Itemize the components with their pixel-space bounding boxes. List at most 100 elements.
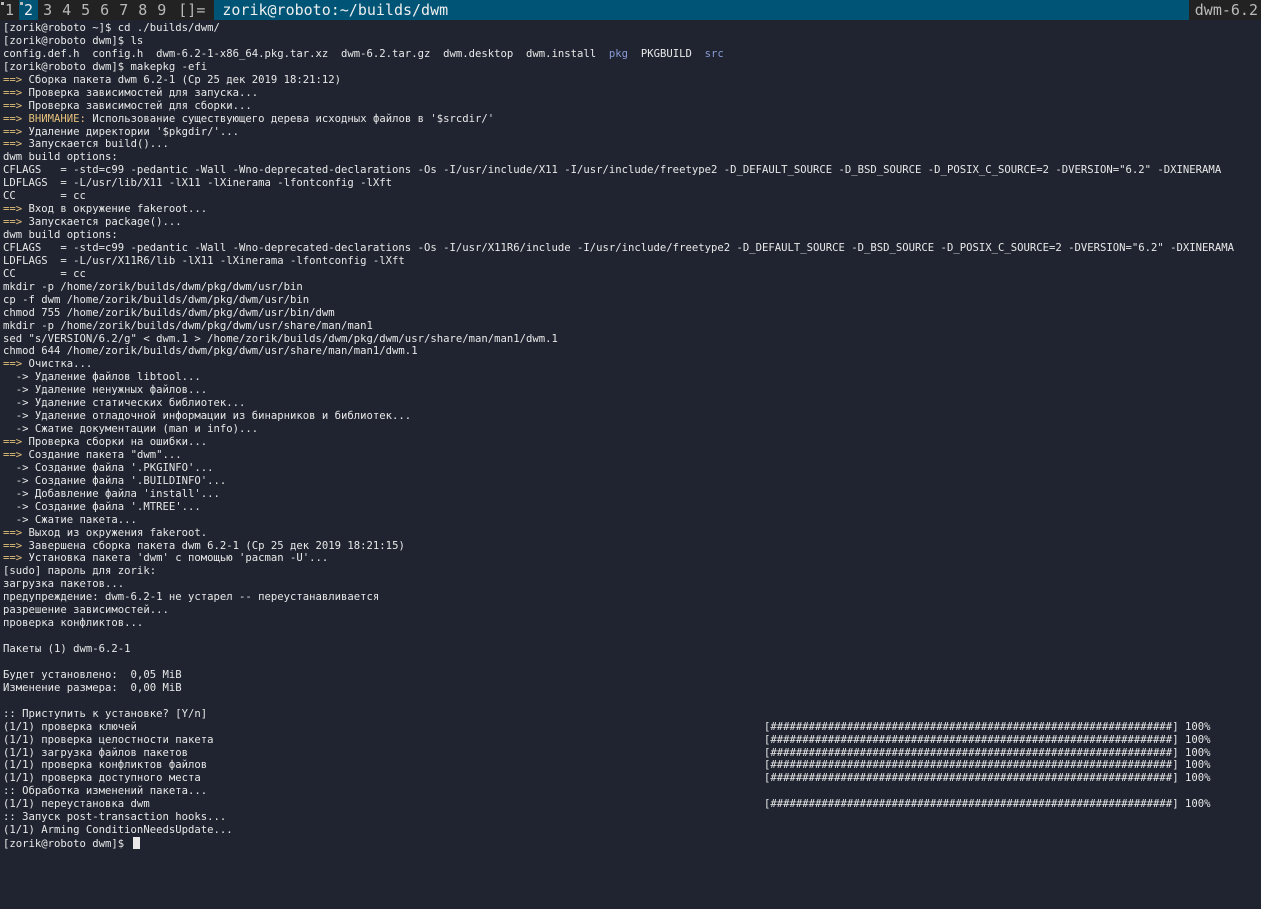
terminal-line: CC = cc <box>3 190 1258 203</box>
line-text: (1/1) переустановка dwm <box>3 798 150 811</box>
terminal-output[interactable]: [zorik@roboto ~]$ cd ./builds/dwm/[zorik… <box>0 20 1261 852</box>
terminal-line: LDFLAGS = -L/usr/X11R6/lib -lX11 -lXiner… <box>3 255 1258 268</box>
tag-3[interactable]: 3 <box>38 0 57 20</box>
line-text: CC = cc <box>3 190 86 203</box>
line-text: mkdir -p /home/zorik/builds/dwm/pkg/dwm/… <box>3 319 373 332</box>
line-text: Сборка пакета dwm 6.2-1 (Ср 25 дек 2019 … <box>22 73 342 86</box>
line-text: (1/1) Arming ConditionNeedsUpdate... <box>3 824 233 837</box>
terminal-line: (1/1) Arming ConditionNeedsUpdate... <box>3 824 1258 837</box>
tag-2[interactable]: 2 <box>19 0 39 20</box>
line-text: cp -f dwm /home/zorik/builds/dwm/pkg/dwm… <box>3 293 310 306</box>
terminal-line: dwm build options: <box>3 151 1258 164</box>
line-text: :: Приступить к установке? [Y/n] <box>3 707 208 720</box>
line-text: Проверка зависимостей для сборки... <box>22 99 252 112</box>
terminal-line: ==> Проверка сборки на ошибки... <box>3 436 1258 449</box>
line-text: dwm build options: <box>3 229 118 241</box>
terminal-line: sed "s/VERSION/6.2/g" < dwm.1 > /home/zo… <box>3 333 1258 346</box>
terminal-line: (1/1) проверка целостности пакета [######… <box>3 734 1258 747</box>
terminal-line: ==> Создание пакета "dwm"... <box>3 449 1258 462</box>
progress-bar: [#######################################… <box>764 798 1211 811</box>
terminal-line: dwm build options: <box>3 229 1258 242</box>
line-text: -> Сжатие документации (man и info)... <box>3 423 259 436</box>
tag-8[interactable]: 8 <box>133 0 152 20</box>
terminal-line: предупреждение: dwm-6.2-1 не устарел -- … <box>3 591 1258 604</box>
terminal-line: ==> Запускается package()... <box>3 216 1258 229</box>
terminal-line: -> Создание файла '.PKGINFO'... <box>3 462 1258 475</box>
terminal-line: ==> Вход в окружение fakeroot... <box>3 203 1258 216</box>
line-segment: config.def.h config.h dwm-6.2-1-x86_64.p… <box>3 47 609 60</box>
tag-7[interactable]: 7 <box>114 0 133 20</box>
arrow-marker: ==> <box>3 552 23 565</box>
terminal-line: [zorik@roboto dwm]$ makepkg -efi <box>3 61 1258 74</box>
terminal-line: [zorik@roboto dwm]$ ls <box>3 35 1258 48</box>
progress-bar: [#######################################… <box>764 746 1211 759</box>
line-text: -> Удаление статических библиотек... <box>3 397 246 410</box>
tag-6[interactable]: 6 <box>95 0 114 20</box>
tag-4[interactable]: 4 <box>57 0 76 20</box>
terminal-line: -> Создание файла '.BUILDINFO'... <box>3 475 1258 488</box>
tag-1[interactable]: 1 <box>0 0 19 20</box>
progress-bar: [#######################################… <box>764 759 1211 772</box>
terminal-line: -> Удаление статических библиотек... <box>3 397 1258 410</box>
line-text: (1/1) проверка конфликтов файлов <box>3 759 208 772</box>
terminal-line: Будет установлено: 0,05 MiB <box>3 669 1258 682</box>
line-text: предупреждение: dwm-6.2-1 не устарел -- … <box>3 591 380 604</box>
terminal-line: [sudo] пароль для zorik: <box>3 565 1258 578</box>
line-text: chmod 644 /home/zorik/builds/dwm/pkg/dwm… <box>3 345 418 358</box>
line-segment: pkg <box>608 47 629 60</box>
tag-5[interactable]: 5 <box>76 0 95 20</box>
line-text: chmod 755 /home/zorik/builds/dwm/pkg/dwm… <box>3 306 335 319</box>
tag-9[interactable]: 9 <box>152 0 171 20</box>
arrow-marker: ==> <box>3 86 23 99</box>
line-text: Пакеты (1) dwm-6.2-1 <box>3 643 131 655</box>
line-text: LDFLAGS = -L/usr/lib/X11 -lX11 -lXineram… <box>3 177 393 190</box>
line-text: CFLAGS = -std=c99 -pedantic -Wall -Wno-d… <box>3 164 1222 177</box>
line-text: mkdir -p /home/zorik/builds/dwm/pkg/dwm/… <box>3 280 303 293</box>
line-text: -> Сжатие пакета... <box>3 513 137 526</box>
arrow-marker: ==> <box>3 138 23 151</box>
terminal-line: ==> Удаление директории '$pkgdir/'... <box>3 126 1258 139</box>
line-text: [zorik@roboto ~]$ cd ./builds/dwm/ <box>3 22 220 34</box>
line-text: :: Запуск post-transaction hooks... <box>3 811 227 824</box>
line-text: -> Удаление отладочной информации из бин… <box>3 410 412 423</box>
terminal-line: chmod 755 /home/zorik/builds/dwm/pkg/dwm… <box>3 307 1258 320</box>
line-text: Запускается build()... <box>22 138 169 151</box>
line-text: -> Создание файла '.MTREE'... <box>3 500 201 513</box>
window-title: zorik@roboto:~/builds/dwm <box>214 0 1189 20</box>
arrow-marker: ==> <box>3 526 23 539</box>
terminal-line: -> Создание файла '.MTREE'... <box>3 501 1258 514</box>
terminal-line: загрузка пакетов... <box>3 578 1258 591</box>
line-text: Очистка... <box>22 358 93 371</box>
terminal-line: ==> Выход из окружения fakeroot. <box>3 527 1258 540</box>
terminal-line: ==> Проверка зависимостей для сборки... <box>3 100 1258 113</box>
terminal-line: -> Удаление файлов libtool... <box>3 371 1258 384</box>
line-text: загрузка пакетов... <box>3 578 125 591</box>
line-segment: ВНИМАНИЕ: <box>28 112 86 125</box>
layout-symbol[interactable]: []= <box>171 1 214 19</box>
terminal-line: (1/1) переустановка dwm [################… <box>3 798 1258 811</box>
progress-bar: [#######################################… <box>764 772 1211 785</box>
line-text: Выход из окружения fakeroot. <box>22 526 208 539</box>
line-text: -> Создание файла '.BUILDINFO'... <box>3 474 227 487</box>
terminal-line: CC = cc <box>3 268 1258 281</box>
line-text: Установка пакета 'dwm' с помощью 'pacman… <box>22 552 329 565</box>
arrow-marker: ==> <box>3 73 23 86</box>
arrow-marker: ==> <box>3 112 23 125</box>
line-text: Завершена сборка пакета dwm 6.2-1 (Ср 25… <box>22 539 405 552</box>
line-text: :: Обработка изменений пакета... <box>3 785 208 798</box>
terminal-line: CFLAGS = -std=c99 -pedantic -Wall -Wno-d… <box>3 164 1258 177</box>
terminal-line: LDFLAGS = -L/usr/lib/X11 -lX11 -lXineram… <box>3 177 1258 190</box>
progress-bar: [#######################################… <box>764 720 1211 733</box>
status-text: dwm-6.2 <box>1194 1 1258 19</box>
line-text: -> Создание файла '.PKGINFO'... <box>3 461 214 474</box>
line-text: -> Удаление ненужных файлов... <box>3 384 208 397</box>
line-text: Запускается package()... <box>22 216 182 229</box>
terminal-line: Изменение размера: 0,00 MiB <box>3 682 1258 695</box>
terminal-line: -> Добавление файла 'install'... <box>3 488 1258 501</box>
text-cursor <box>132 837 140 850</box>
terminal-line: mkdir -p /home/zorik/builds/dwm/pkg/dwm/… <box>3 281 1258 294</box>
terminal-line: -> Удаление отладочной информации из бин… <box>3 410 1258 423</box>
